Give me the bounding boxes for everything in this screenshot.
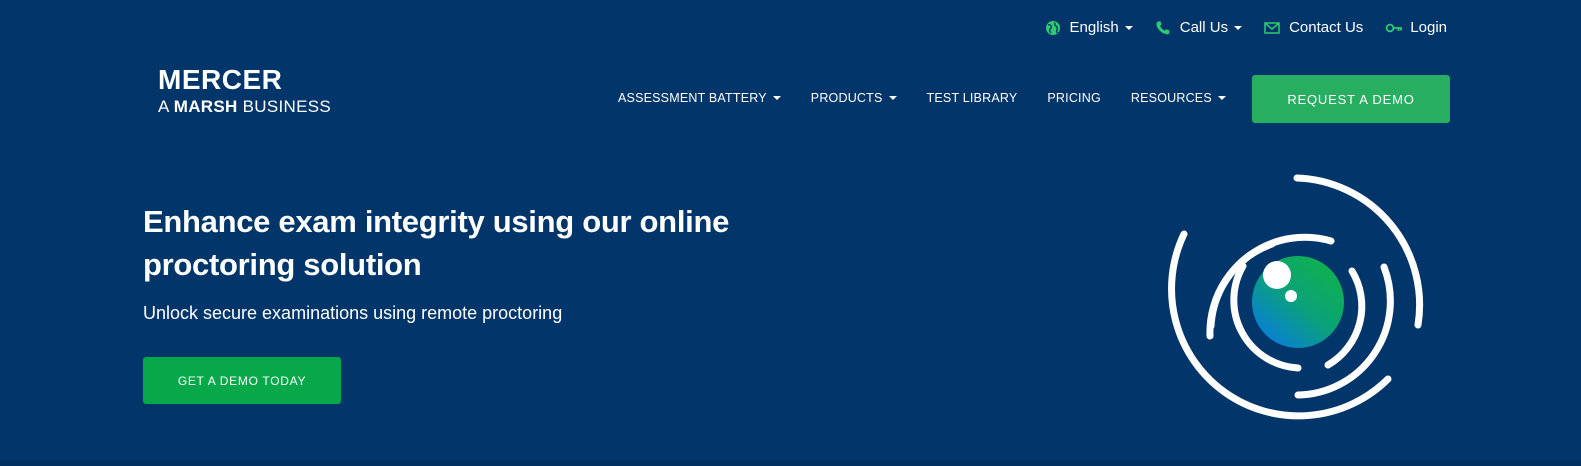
- proctoring-eye-icon: [1160, 168, 1435, 443]
- chevron-down-icon: [1234, 25, 1243, 30]
- envelope-icon: [1264, 20, 1280, 36]
- section-divider: [0, 460, 1581, 466]
- mercer-logo[interactable]: MERCER A MARSH BUSINESS: [158, 66, 331, 116]
- call-us-label: Call Us: [1179, 19, 1229, 36]
- nav-item-label: ASSESSMENT BATTERY: [618, 91, 767, 105]
- utility-nav: English Call Us Contact Us Login: [1045, 19, 1447, 36]
- globe-icon: [1045, 20, 1061, 36]
- logo-name: MERCER: [158, 64, 283, 95]
- call-us-menu[interactable]: Call Us: [1155, 19, 1243, 36]
- nav-item-label: RESOURCES: [1130, 91, 1212, 105]
- chevron-down-icon: [772, 96, 781, 100]
- logo-tagline-prefix: A: [158, 97, 169, 116]
- request-demo-button[interactable]: REQUEST A DEMO: [1252, 75, 1450, 123]
- contact-us-label: Contact Us: [1289, 19, 1364, 36]
- nav-item-label: PRICING: [1047, 91, 1101, 105]
- key-icon: [1385, 20, 1403, 36]
- nav-item-pricing[interactable]: PRICING: [1047, 91, 1101, 105]
- page: English Call Us Contact Us Login MERCER: [0, 0, 1581, 466]
- nav-item-resources[interactable]: RESOURCES: [1131, 91, 1226, 105]
- chevron-down-icon: [888, 96, 897, 100]
- nav-item-products[interactable]: PRODUCTS: [811, 91, 897, 105]
- main-nav: ASSESSMENT BATTERY PRODUCTS TEST LIBRARY…: [618, 91, 1226, 105]
- hero-title: Enhance exam integrity using our online …: [143, 204, 730, 282]
- chevron-down-icon: [1124, 25, 1133, 30]
- hero-subtitle: Unlock secure examinations using remote …: [143, 303, 563, 323]
- logo-tagline-bold: MARSH: [173, 97, 238, 116]
- login-label: Login: [1410, 19, 1447, 36]
- nav-item-test-library[interactable]: TEST LIBRARY: [927, 91, 1018, 105]
- get-demo-button[interactable]: GET A DEMO TODAY: [143, 357, 341, 404]
- nav-item-assessment-battery[interactable]: ASSESSMENT BATTERY: [618, 91, 781, 105]
- nav-item-label: TEST LIBRARY: [926, 91, 1018, 105]
- phone-icon: [1155, 20, 1171, 36]
- contact-us-link[interactable]: Contact Us: [1264, 19, 1363, 36]
- nav-item-label: PRODUCTS: [810, 91, 883, 105]
- logo-tagline-suffix: BUSINESS: [242, 97, 331, 116]
- logo-tagline: A MARSH BUSINESS: [158, 98, 331, 116]
- login-link[interactable]: Login: [1385, 19, 1447, 36]
- language-selector[interactable]: English: [1045, 19, 1133, 36]
- chevron-down-icon: [1217, 96, 1226, 100]
- language-label: English: [1069, 19, 1119, 36]
